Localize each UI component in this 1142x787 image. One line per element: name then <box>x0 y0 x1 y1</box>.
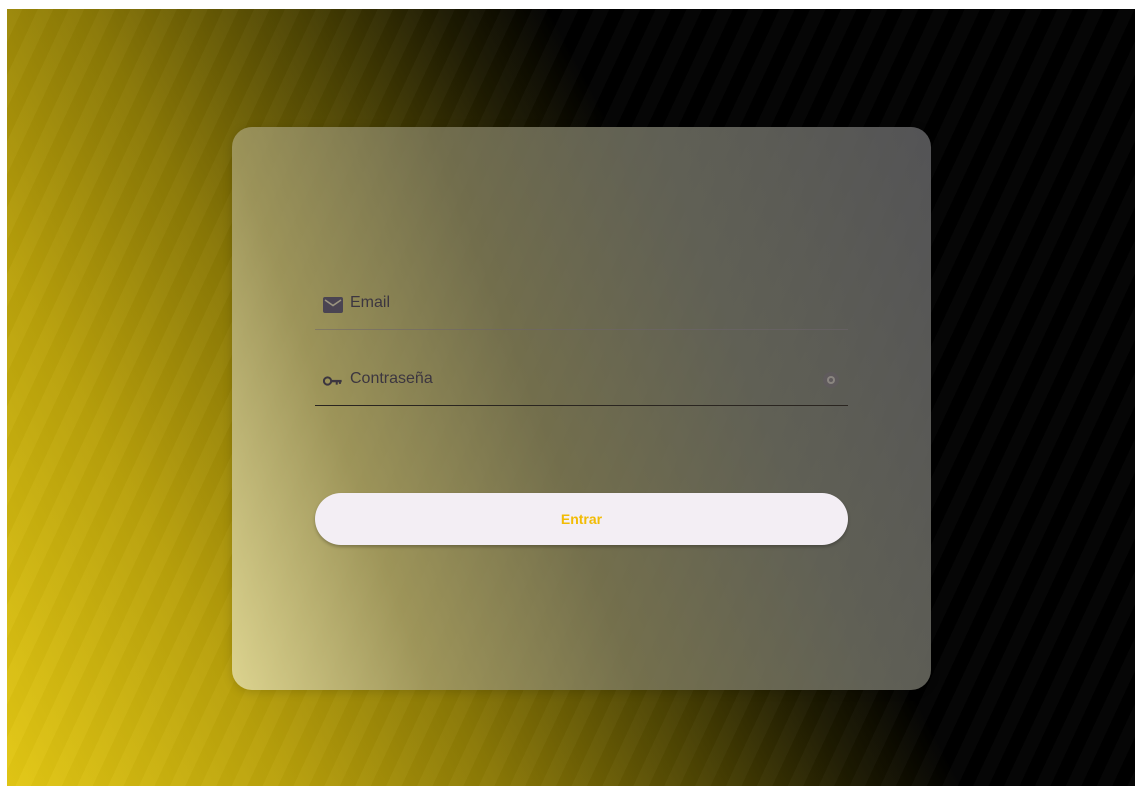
login-card: Email Contraseña Entrar <box>232 127 931 690</box>
key-icon <box>323 376 342 386</box>
email-field[interactable]: Email <box>315 283 848 330</box>
password-field[interactable]: Contraseña <box>315 359 848 406</box>
mail-icon <box>323 297 343 313</box>
login-button[interactable]: Entrar <box>315 493 848 545</box>
password-label: Contraseña <box>350 370 433 387</box>
eye-icon[interactable] <box>822 371 840 389</box>
email-label: Email <box>350 294 391 311</box>
login-screen: Email Contraseña Entrar <box>7 9 1135 786</box>
